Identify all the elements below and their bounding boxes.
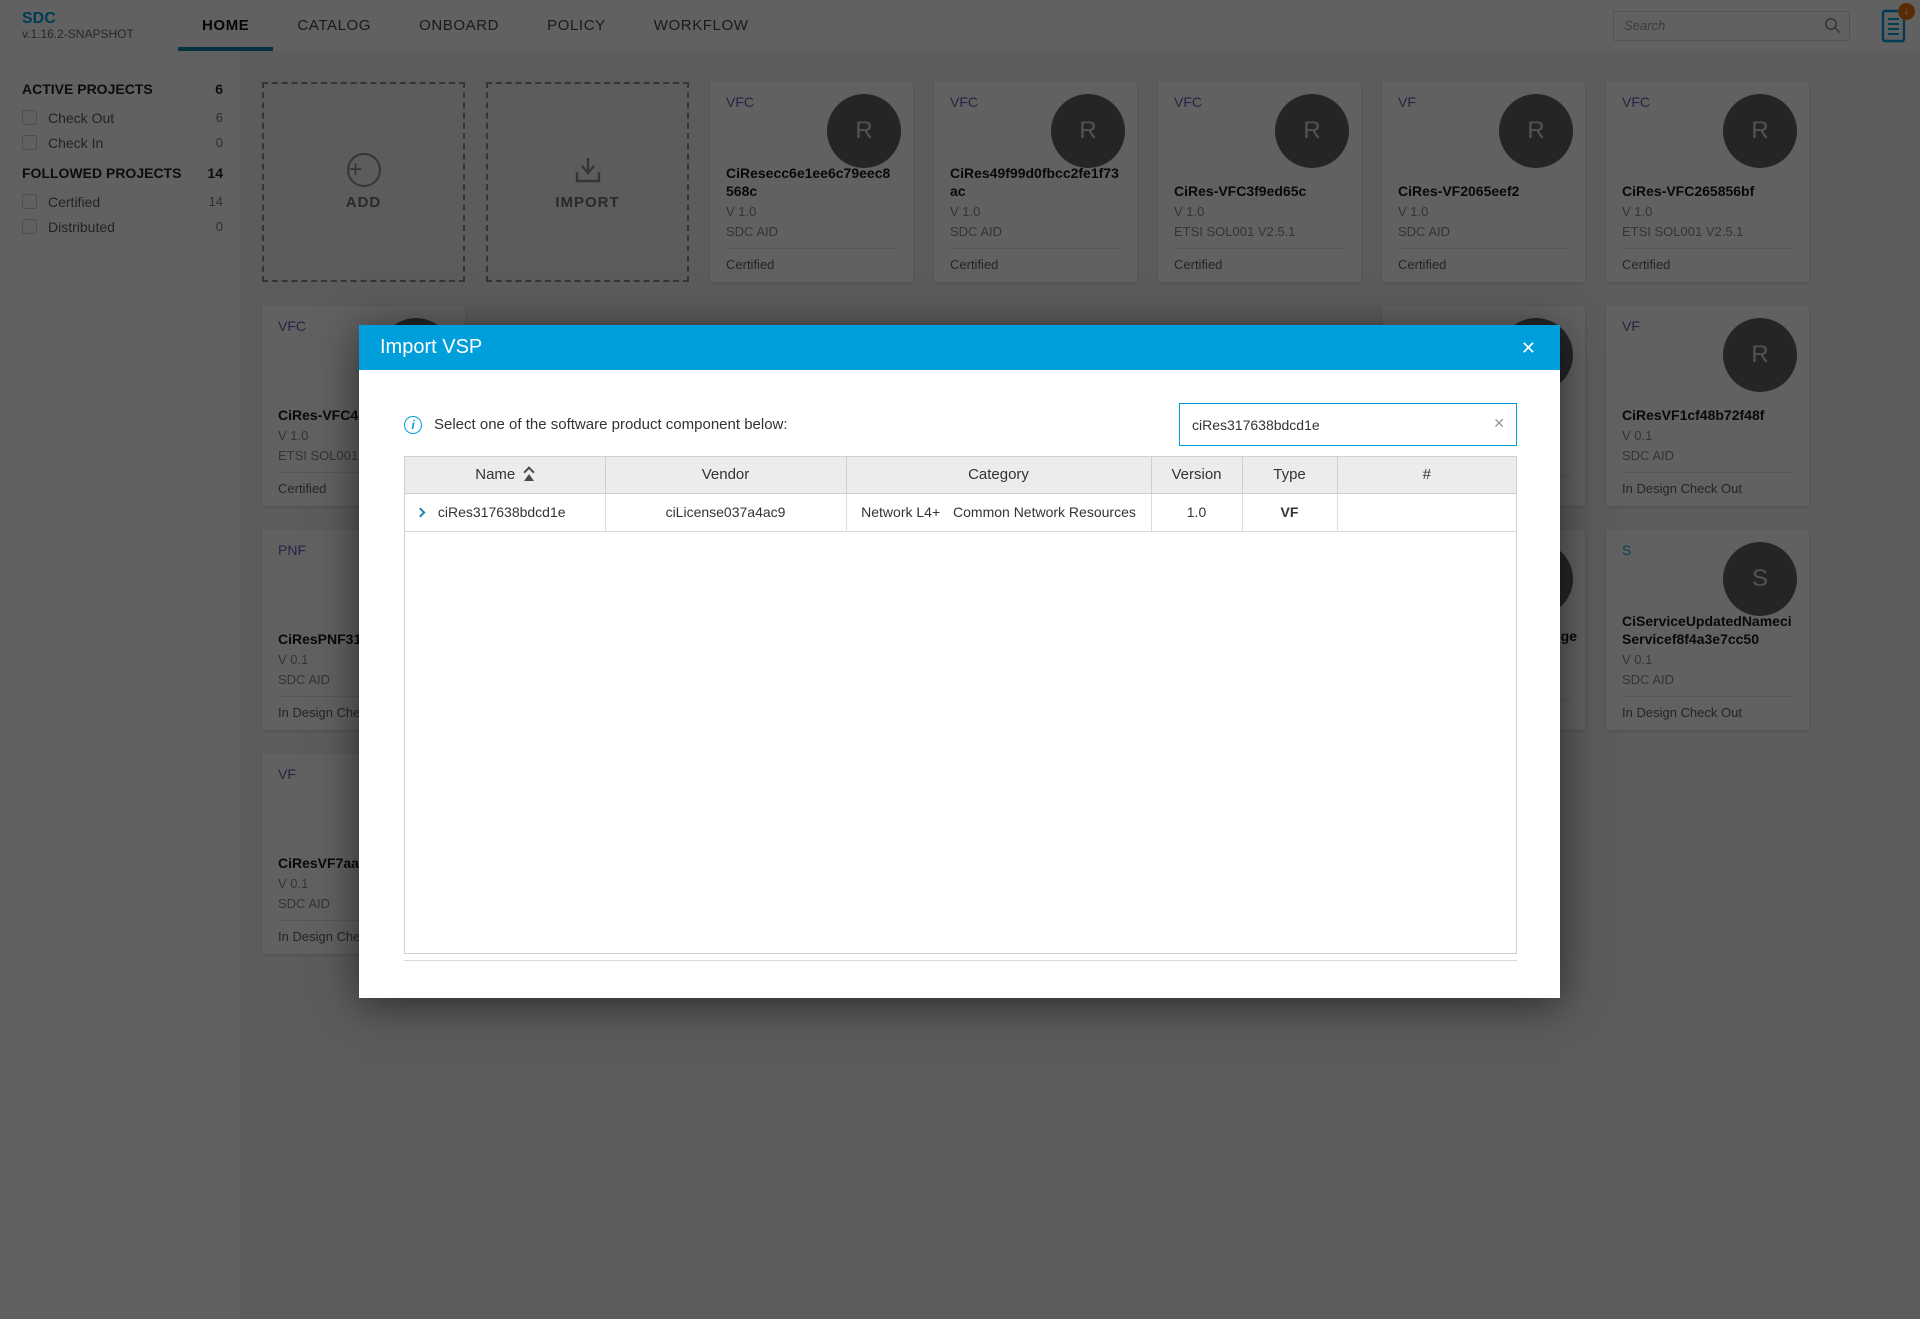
column-header-version[interactable]: Version	[1151, 457, 1243, 494]
column-header-name[interactable]: Name	[405, 457, 606, 494]
vsp-table-header-row: Name Vendor Category Version Type #	[405, 457, 1516, 494]
close-icon[interactable]: ✕	[1521, 339, 1536, 357]
vsp-table-row[interactable]: ciRes317638bdcd1e ciLicense037a4ac9 Netw…	[405, 493, 1516, 532]
modal-info-row: i Select one of the software product com…	[404, 403, 1517, 446]
sort-ascending-icon	[523, 466, 535, 482]
column-header-category[interactable]: Category	[846, 457, 1152, 494]
modal-instruction: Select one of the software product compo…	[434, 416, 788, 433]
vsp-filter-input[interactable]	[1179, 403, 1517, 446]
vsp-category-cell: Network L4+ Common Network Resources	[846, 493, 1152, 532]
clear-filter-icon[interactable]: ✕	[1493, 415, 1505, 432]
column-header-type[interactable]: Type	[1242, 457, 1338, 494]
modal-title: Import VSP	[380, 336, 483, 358]
vsp-name-cell[interactable]: ciRes317638bdcd1e	[405, 493, 606, 532]
import-vsp-modal: Import VSP ✕ i Select one of the softwar…	[359, 325, 1560, 998]
column-header-count[interactable]: #	[1337, 457, 1516, 494]
modal-footer	[404, 960, 1517, 996]
column-header-vendor[interactable]: Vendor	[605, 457, 847, 494]
vsp-filter: ✕	[1179, 403, 1517, 446]
vsp-version-cell: 1.0	[1151, 493, 1243, 532]
expand-chevron-icon[interactable]	[415, 507, 426, 518]
vsp-count-cell	[1337, 493, 1516, 532]
vsp-type-cell: VF	[1242, 493, 1338, 532]
vsp-table: Name Vendor Category Version Type # ciRe…	[404, 456, 1517, 954]
info-icon: i	[404, 415, 422, 434]
modal-header: Import VSP ✕	[359, 325, 1560, 370]
vsp-vendor-cell: ciLicense037a4ac9	[605, 493, 847, 532]
modal-body: i Select one of the software product com…	[359, 403, 1560, 996]
